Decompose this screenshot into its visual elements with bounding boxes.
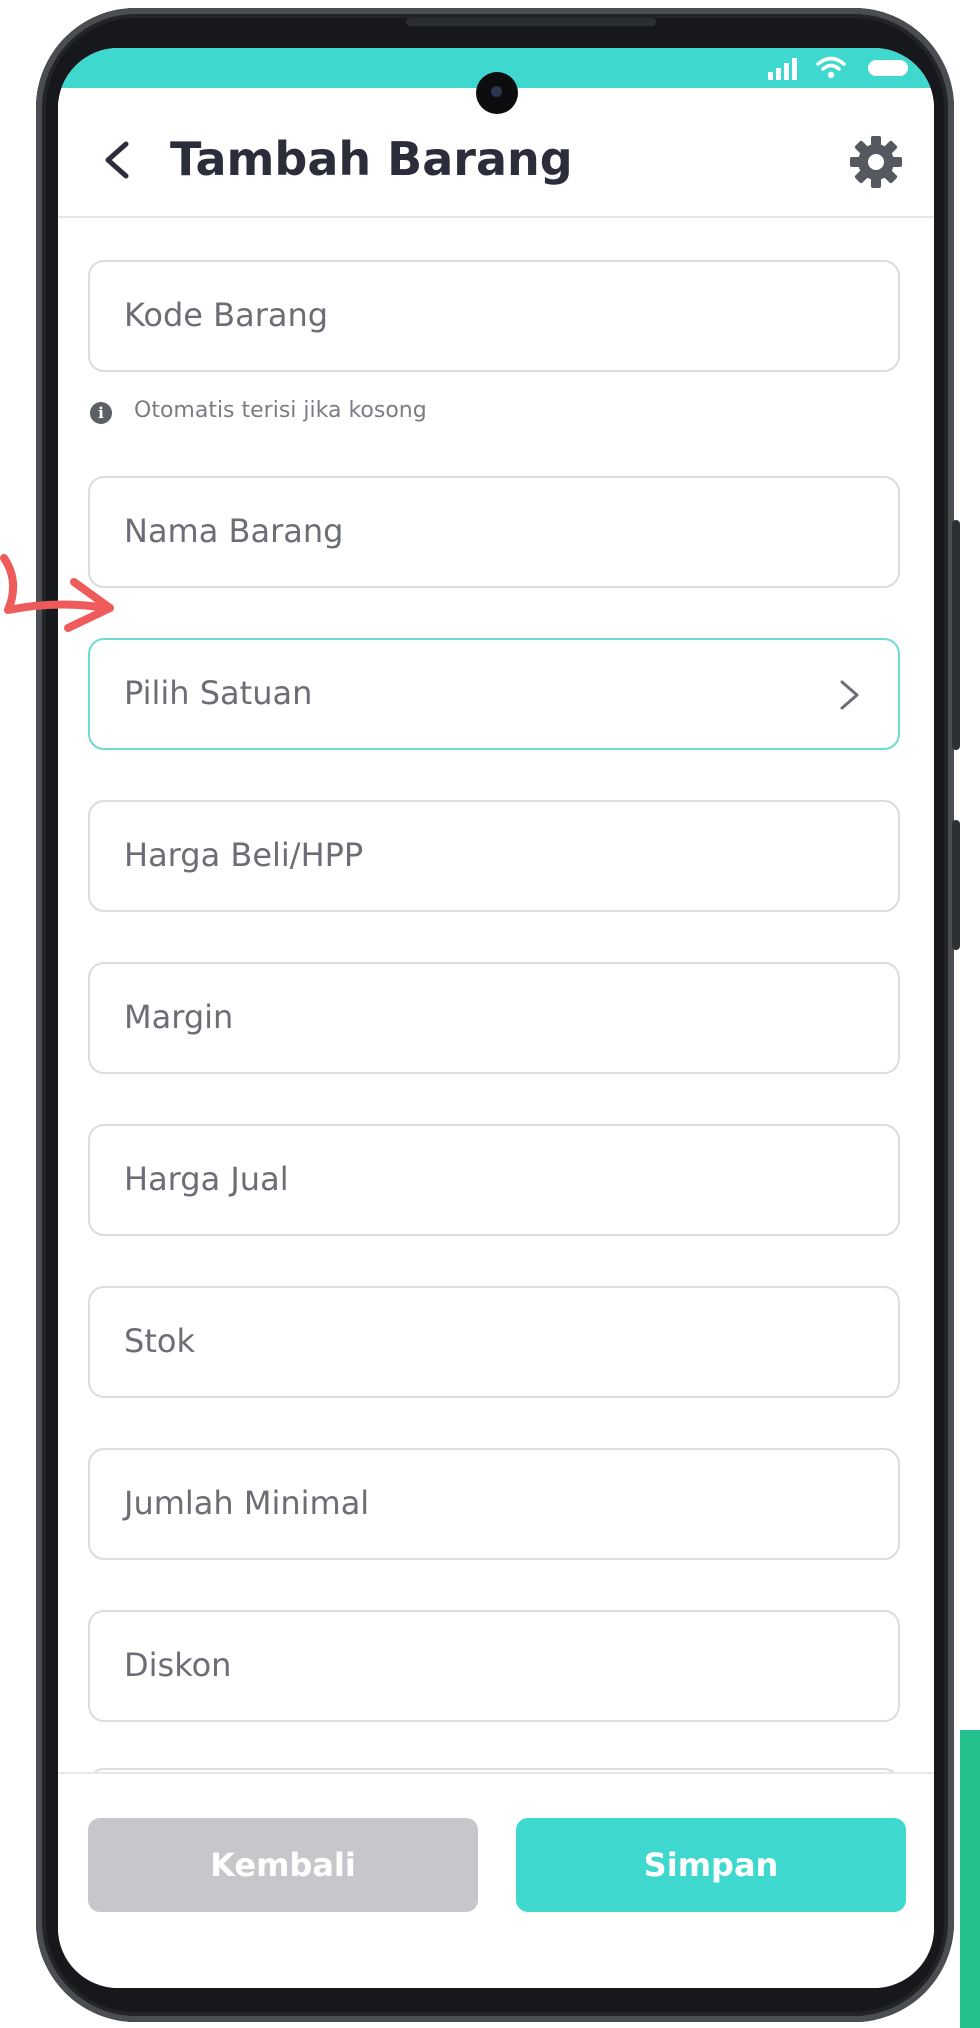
app-screen: Tambah Barang Kode Barang i Otomatis ter… bbox=[58, 48, 934, 1988]
page-title: Tambah Barang bbox=[170, 132, 573, 186]
field-placeholder: Kode Barang bbox=[124, 296, 329, 334]
front-camera bbox=[476, 72, 518, 114]
gear-icon[interactable] bbox=[848, 134, 904, 190]
harga-jual-field[interactable]: Harga Jual bbox=[88, 1124, 900, 1236]
annotation-arrow-icon bbox=[0, 554, 114, 632]
phone-power-button bbox=[952, 820, 960, 950]
field-placeholder: Pilih Satuan bbox=[124, 674, 313, 712]
field-placeholder: Stok bbox=[124, 1322, 195, 1360]
chevron-left-icon[interactable] bbox=[100, 140, 134, 180]
stok-field[interactable]: Stok bbox=[88, 1286, 900, 1398]
field-placeholder: Jumlah Minimal bbox=[124, 1484, 370, 1522]
background-accent bbox=[960, 1730, 980, 2028]
phone-top-slot bbox=[406, 18, 656, 26]
simpan-button[interactable]: Simpan bbox=[516, 1818, 906, 1912]
field-placeholder: Harga Beli/HPP bbox=[124, 836, 364, 874]
wifi-icon bbox=[816, 56, 846, 79]
chevron-right-icon bbox=[840, 680, 859, 710]
nama-barang-field[interactable]: Nama Barang bbox=[88, 476, 900, 588]
jumlah-minimal-field[interactable]: Jumlah Minimal bbox=[88, 1448, 900, 1560]
kode-barang-field[interactable]: Kode Barang bbox=[88, 260, 900, 372]
field-placeholder: Nama Barang bbox=[124, 512, 344, 550]
pilih-satuan-select[interactable]: Pilih Satuan bbox=[88, 638, 900, 750]
diskon-field[interactable]: Diskon bbox=[88, 1610, 900, 1722]
phone-volume-button bbox=[952, 520, 960, 750]
hint-text: Otomatis terisi jika kosong bbox=[134, 398, 427, 423]
field-placeholder: Margin bbox=[124, 998, 234, 1036]
info-icon: i bbox=[90, 402, 112, 424]
margin-field[interactable]: Margin bbox=[88, 962, 900, 1074]
kembali-button[interactable]: Kembali bbox=[88, 1818, 478, 1912]
signal-icon bbox=[768, 58, 797, 80]
battery-icon bbox=[868, 60, 908, 76]
field-placeholder: Diskon bbox=[124, 1646, 232, 1684]
harga-beli-field[interactable]: Harga Beli/HPP bbox=[88, 800, 900, 912]
field-placeholder: Harga Jual bbox=[124, 1160, 289, 1198]
action-bar: Kembali Simpan bbox=[58, 1772, 934, 1988]
